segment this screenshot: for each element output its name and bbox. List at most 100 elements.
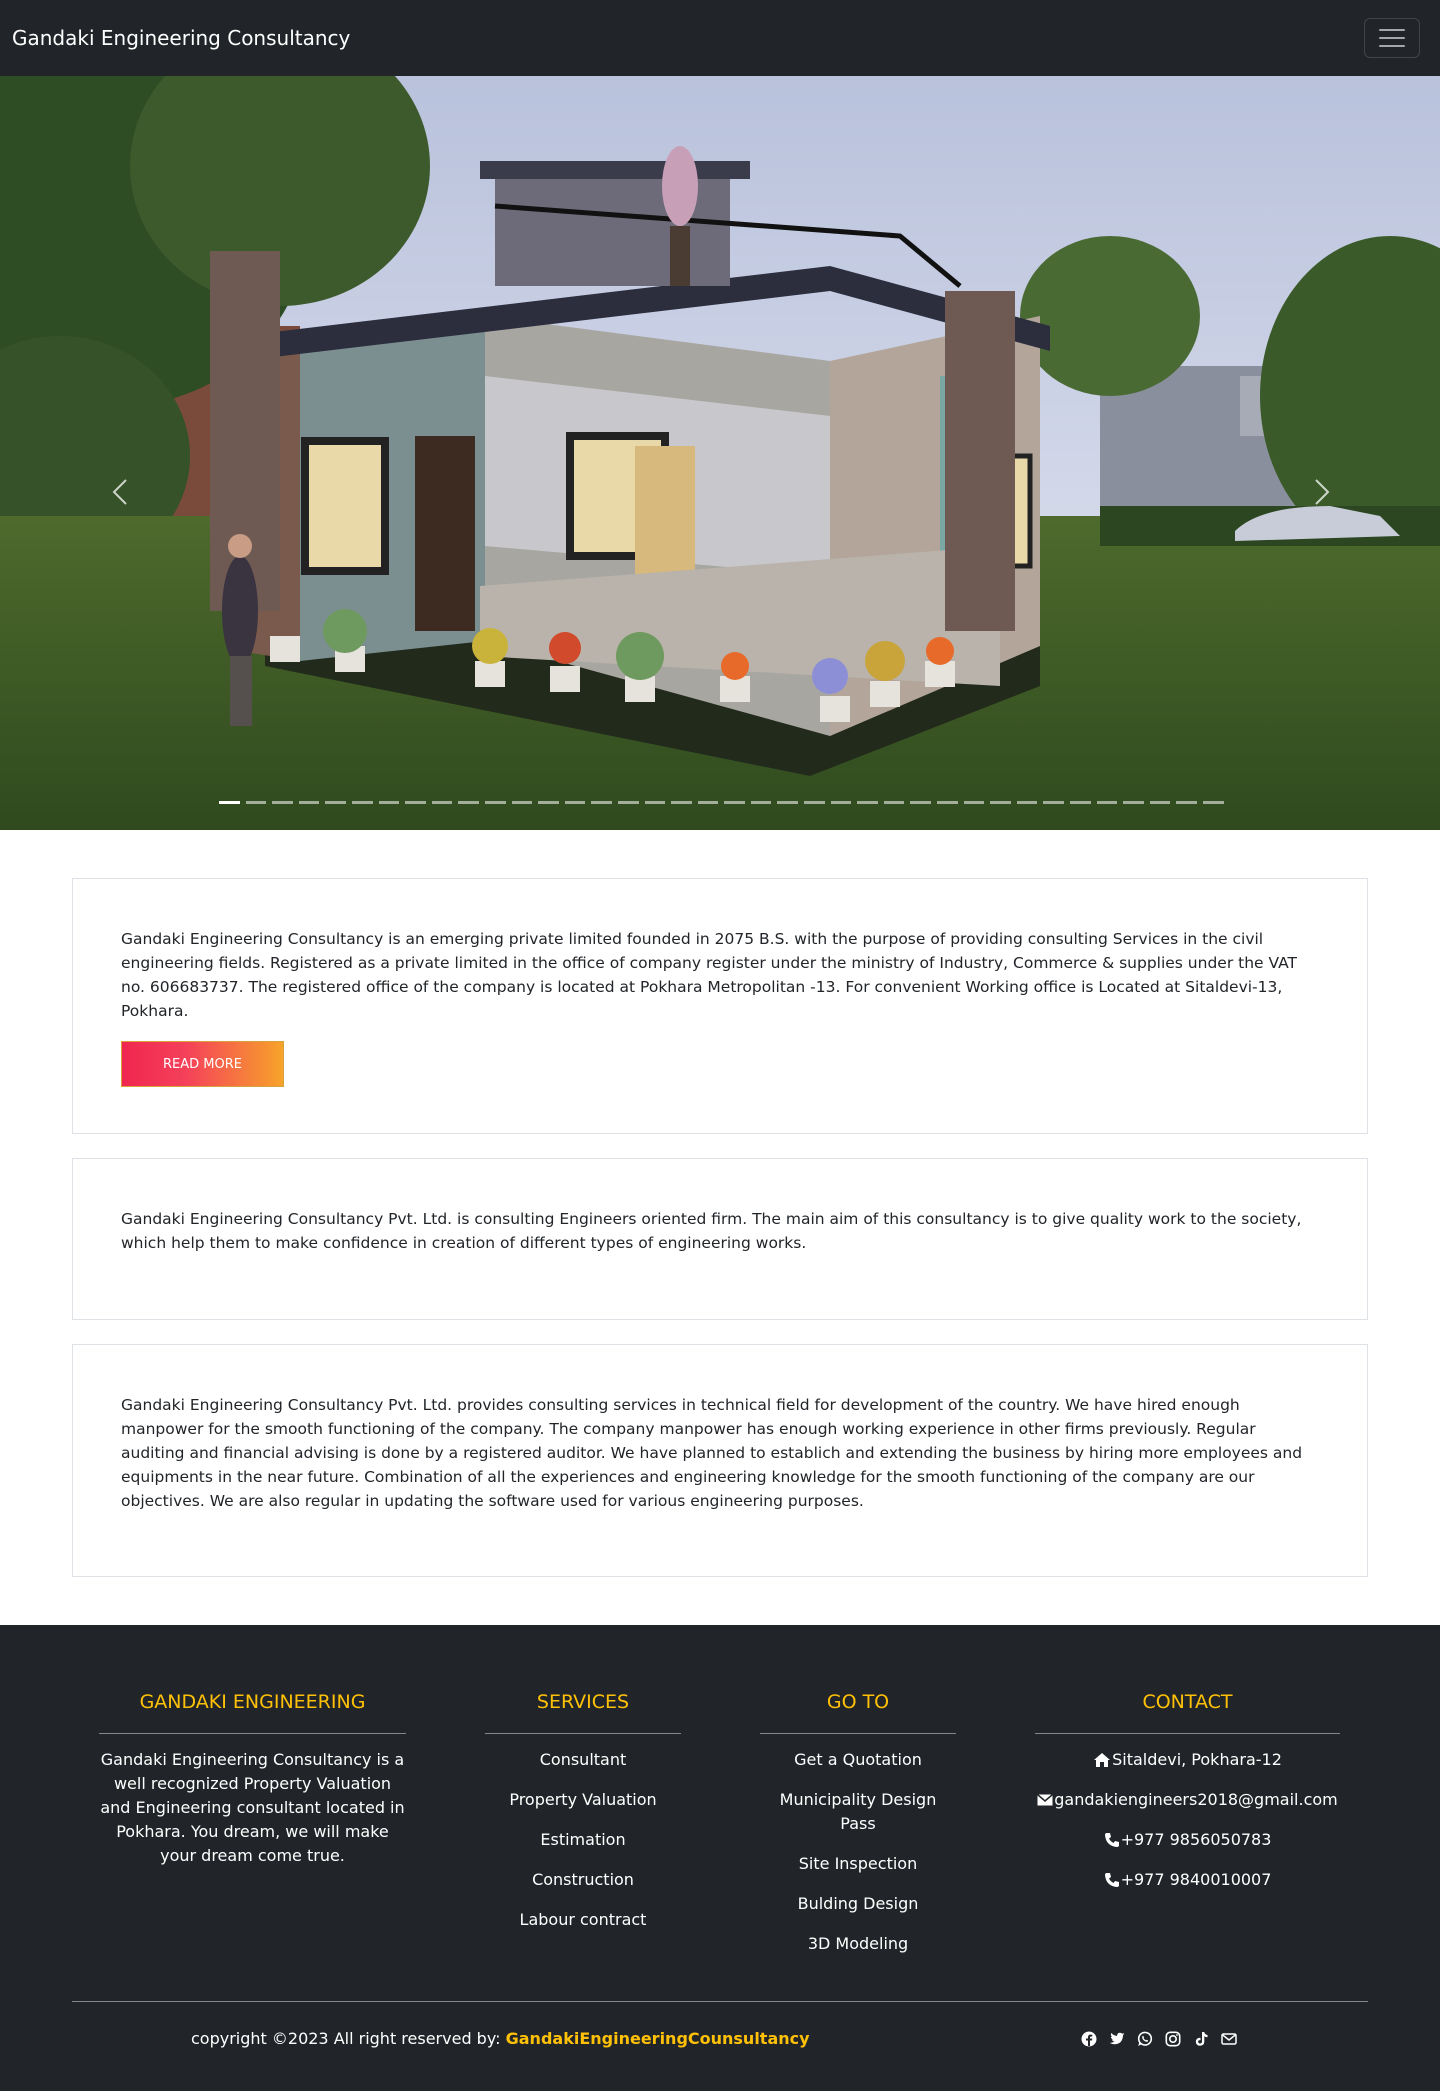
carousel-indicator[interactable] — [1202, 801, 1224, 804]
contact-email[interactable]: gandakiengineers2018@gmail.com — [1035, 1788, 1340, 1812]
twitter-icon[interactable] — [1109, 2031, 1125, 2047]
contact-email-text: gandakiengineers2018@gmail.com — [1054, 1790, 1338, 1809]
carousel-indicator[interactable] — [351, 801, 373, 804]
whatsapp-icon[interactable] — [1137, 2031, 1153, 2047]
footer-goto-title: GO TO — [826, 1691, 890, 1713]
envelope-icon — [1037, 1794, 1054, 1806]
carousel-indicator[interactable] — [830, 801, 852, 804]
carousel-indicator[interactable] — [1096, 801, 1118, 804]
footer-link-property-valuation[interactable]: Property Valuation — [485, 1788, 681, 1812]
carousel-indicator[interactable] — [378, 801, 400, 804]
copyright: copyright ©2023 All right reserved by: G… — [191, 2029, 810, 2048]
contact-phone-2-text: +977 9840010007 — [1120, 1870, 1272, 1889]
home-icon — [1094, 1753, 1111, 1767]
chevron-right-icon — [1315, 479, 1330, 505]
carousel-indicator[interactable] — [1123, 801, 1144, 804]
divider — [99, 1733, 406, 1734]
carousel-indicator[interactable] — [1149, 801, 1171, 804]
contact-phone-2[interactable]: +977 9840010007 — [1035, 1868, 1340, 1892]
contact-address-text: Sitaldevi, Pokhara-12 — [1112, 1750, 1282, 1769]
footer-divider — [72, 2001, 1368, 2002]
carousel-indicator[interactable] — [272, 801, 293, 804]
carousel-indicator[interactable] — [883, 801, 905, 804]
footer-link-3d-modeling[interactable]: 3D Modeling — [760, 1932, 956, 1956]
carousel-indicator[interactable] — [937, 801, 958, 804]
footer-about-text: Gandaki Engineering Consultancy is a wel… — [100, 1750, 405, 1865]
footer-link-building-design[interactable]: Bulding Design — [760, 1892, 956, 1916]
read-more-button[interactable]: READ MORE — [121, 1041, 284, 1087]
carousel-indicator[interactable] — [724, 801, 745, 804]
carousel-indicator[interactable] — [697, 801, 719, 804]
carousel-indicator[interactable] — [1043, 801, 1064, 804]
footer-link-estimation[interactable]: Estimation — [485, 1828, 681, 1852]
footer-contact-title: CONTACT — [1142, 1691, 1233, 1713]
carousel-indicator[interactable] — [538, 801, 559, 804]
about-card: Gandaki Engineering Consultancy is an em… — [72, 878, 1368, 1134]
footer-about-column: GANDAKI ENGINEERING Gandaki Engineering … — [99, 1625, 406, 1868]
carousel-indicator[interactable] — [591, 801, 612, 804]
copyright-brand-link[interactable]: GandakiEngineeringCounsultancy — [506, 2029, 810, 2048]
mission-paragraph: Gandaki Engineering Consultancy Pvt. Ltd… — [121, 1210, 1302, 1252]
carousel-indicator[interactable] — [325, 801, 346, 804]
carousel-indicator[interactable] — [777, 801, 799, 804]
copyright-prefix: copyright ©2023 All right reserved by: — [191, 2029, 501, 2048]
carousel-indicator[interactable] — [511, 801, 533, 804]
carousel-indicators — [219, 801, 1224, 804]
contact-phone-1-text: +977 9856050783 — [1120, 1830, 1272, 1849]
footer-link-construction[interactable]: Construction — [485, 1868, 681, 1892]
navbar-toggle-button[interactable] — [1364, 18, 1420, 58]
divider — [1035, 1733, 1340, 1734]
carousel-next-button[interactable] — [1302, 468, 1342, 516]
facebook-icon[interactable] — [1081, 2031, 1097, 2047]
carousel-indicator[interactable] — [245, 801, 267, 804]
phone-icon — [1104, 1833, 1119, 1847]
footer-about-title: GANDAKI ENGINEERING — [139, 1691, 366, 1713]
carousel-indicator[interactable] — [617, 801, 639, 804]
tiktok-icon[interactable] — [1193, 2031, 1209, 2047]
carousel-indicator[interactable] — [857, 801, 878, 804]
carousel-indicator[interactable] — [1070, 801, 1091, 804]
footer-services-column: SERVICES Consultant Property Valuation E… — [485, 1625, 681, 1948]
carousel-indicator[interactable] — [431, 801, 453, 804]
carousel-indicator[interactable] — [219, 801, 240, 804]
house-rendering-image — [0, 76, 1440, 830]
navbar: Gandaki Engineering Consultancy — [0, 0, 1440, 76]
services-overview-card: Gandaki Engineering Consultancy Pvt. Ltd… — [72, 1344, 1368, 1577]
footer-link-consultant[interactable]: Consultant — [485, 1748, 681, 1772]
carousel-prev-button[interactable] — [100, 468, 140, 516]
footer-link-site-inspection[interactable]: Site Inspection — [760, 1852, 956, 1876]
carousel-indicator[interactable] — [804, 801, 825, 804]
brand-link[interactable]: Gandaki Engineering Consultancy — [12, 26, 350, 50]
carousel-indicator[interactable] — [458, 801, 479, 804]
envelope-icon[interactable] — [1221, 2031, 1237, 2047]
footer-contact-column: CONTACT Sitaldevi, Pokhara-12 gandakieng… — [1035, 1625, 1340, 1908]
mission-card: Gandaki Engineering Consultancy Pvt. Ltd… — [72, 1158, 1368, 1320]
chevron-left-icon — [112, 479, 127, 505]
carousel-indicator[interactable] — [405, 801, 426, 804]
contact-phone-1[interactable]: +977 9856050783 — [1035, 1828, 1340, 1852]
about-paragraph: Gandaki Engineering Consultancy is an em… — [121, 930, 1297, 1020]
carousel-indicator[interactable] — [564, 801, 586, 804]
footer-link-get-quotation[interactable]: Get a Quotation — [760, 1748, 956, 1772]
phone-icon — [1104, 1873, 1119, 1887]
divider — [485, 1733, 681, 1734]
carousel-indicator[interactable] — [990, 801, 1011, 804]
services-overview-paragraph: Gandaki Engineering Consultancy Pvt. Ltd… — [121, 1396, 1303, 1510]
carousel-indicator[interactable] — [750, 801, 772, 804]
contact-address: Sitaldevi, Pokhara-12 — [1035, 1748, 1340, 1772]
carousel-indicator[interactable] — [1176, 801, 1197, 804]
main-content: Gandaki Engineering Consultancy is an em… — [0, 830, 1440, 1625]
carousel-indicator[interactable] — [644, 801, 666, 804]
carousel-indicator[interactable] — [1016, 801, 1038, 804]
footer-link-labour-contract[interactable]: Labour contract — [485, 1908, 681, 1932]
footer: GANDAKI ENGINEERING Gandaki Engineering … — [0, 1625, 1440, 2091]
footer-link-municipality-design-pass[interactable]: Municipality Design Pass — [760, 1788, 956, 1836]
carousel-indicator[interactable] — [298, 801, 320, 804]
instagram-icon[interactable] — [1165, 2031, 1181, 2047]
divider — [760, 1733, 956, 1734]
carousel-indicator[interactable] — [671, 801, 692, 804]
carousel-indicator[interactable] — [910, 801, 932, 804]
carousel-indicator[interactable] — [963, 801, 985, 804]
social-links — [1081, 2031, 1237, 2047]
carousel-indicator[interactable] — [484, 801, 506, 804]
